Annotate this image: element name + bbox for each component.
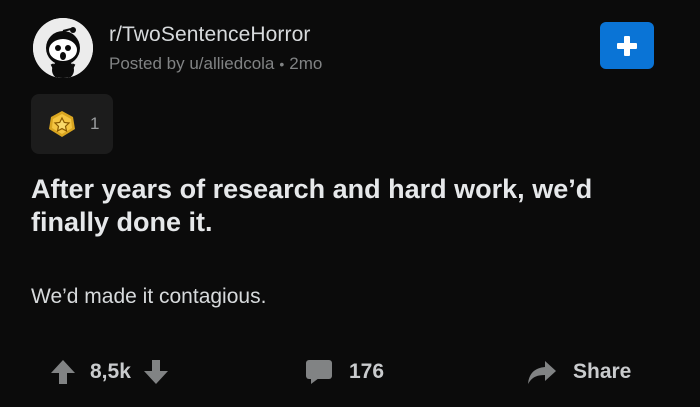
post-age: 2mo (289, 54, 323, 73)
post-byline: Posted by u/alliedcola • 2mo (109, 52, 322, 76)
subreddit-name[interactable]: r/TwoSentenceHorror (109, 22, 322, 48)
plus-icon (617, 35, 637, 56)
vote-score: 8,5k (90, 360, 131, 383)
upvote-arrow-icon[interactable] (50, 359, 76, 385)
post-meta: r/TwoSentenceHorror Posted by u/alliedco… (109, 22, 322, 76)
subreddit-logo-icon (33, 18, 93, 78)
join-button[interactable] (600, 22, 654, 69)
comments-button[interactable]: 176 (305, 352, 384, 392)
byline-separator: • (279, 56, 285, 72)
comment-bubble-icon (306, 360, 332, 384)
post-title[interactable]: After years of research and hard work, w… (31, 173, 651, 239)
post-header: r/TwoSentenceHorror Posted by u/alliedco… (33, 18, 654, 78)
author-link[interactable]: Posted by u/alliedcola (109, 52, 274, 76)
award-badge[interactable]: 1 (31, 94, 113, 154)
award-count: 1 (90, 114, 100, 133)
post-actions: 8,5k 176 Share (0, 352, 700, 392)
share-arrow-icon (528, 361, 556, 384)
downvote-arrow-icon[interactable] (143, 359, 169, 385)
share-button[interactable]: Share (527, 352, 631, 392)
share-label: Share (573, 360, 632, 383)
gold-award-icon (49, 111, 75, 137)
comment-count: 176 (349, 360, 385, 383)
subreddit-avatar[interactable] (33, 18, 93, 78)
post-body: We’d made it contagious. (31, 285, 267, 308)
vote-bar: 8,5k (50, 352, 169, 392)
